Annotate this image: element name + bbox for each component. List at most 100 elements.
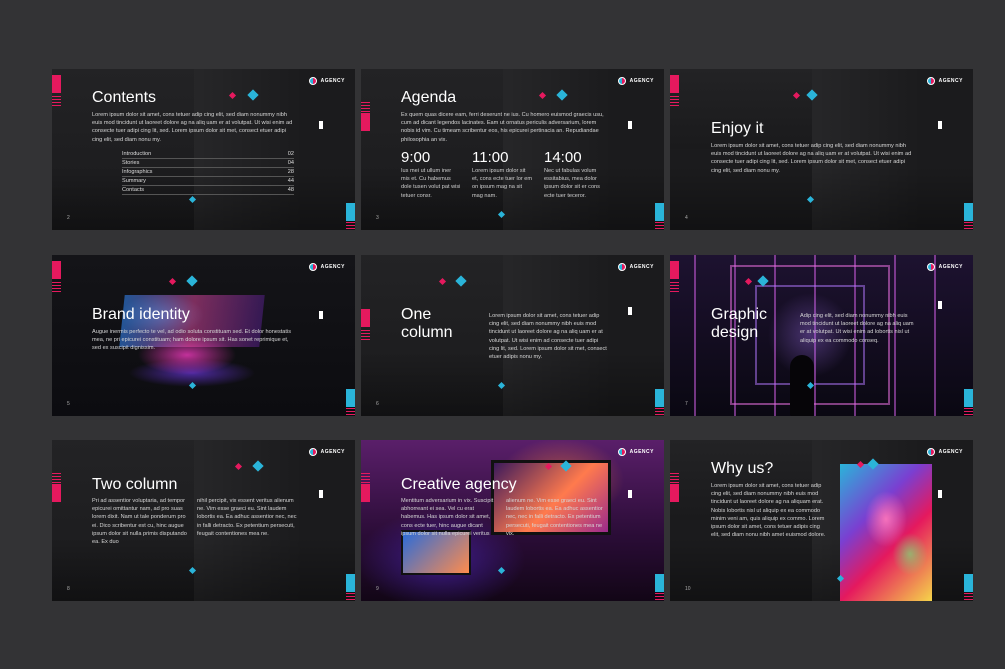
slide-number: 7 xyxy=(685,401,688,407)
slide-body: Adip cing elit, sed diam nonummy nibh eu… xyxy=(800,313,914,344)
pink-accent-bar xyxy=(361,309,370,327)
blue-stripes xyxy=(964,222,973,230)
slide-bottom-fade xyxy=(670,166,973,230)
pink-accent-bar xyxy=(52,261,61,279)
blue-stripes xyxy=(346,593,355,601)
agency-logo: AGENCY xyxy=(308,77,345,85)
slide-two-column[interactable]: AGENCY Two column Pri ad assentior volup… xyxy=(52,440,355,601)
pink-stripes xyxy=(361,102,370,112)
slide-title: Contents xyxy=(92,89,157,106)
slide-title: Two column xyxy=(92,476,178,493)
pink-accent-bar xyxy=(52,75,61,93)
pink-accent-bar xyxy=(361,113,370,131)
agenda-time: 11:00 xyxy=(472,149,509,166)
white-tab-marker xyxy=(319,121,323,129)
slide-bottom-fade xyxy=(361,352,664,416)
white-tab-marker xyxy=(628,490,632,498)
logo-text: AGENCY xyxy=(629,78,654,84)
logo-mark-icon xyxy=(617,263,626,271)
logo-mark-icon xyxy=(926,77,935,85)
toc-row: Contacts 48 xyxy=(122,187,294,196)
logo-mark-icon xyxy=(617,448,626,456)
slide-number: 9 xyxy=(376,586,379,592)
slide-enjoy-it[interactable]: AGENCY Enjoy it Lorem ipsum dolor sit am… xyxy=(670,69,973,230)
slide-number: 10 xyxy=(685,586,691,592)
pink-accent-bar xyxy=(670,261,679,279)
slide-contents[interactable]: AGENCY Contents Lorem ipsum dolor sit am… xyxy=(52,69,355,230)
slide-title: Creative agency xyxy=(401,476,517,493)
slide-body: Lorem ipsum dolor sit amet, cons tetuer … xyxy=(711,483,826,539)
blue-accent-bar xyxy=(346,574,355,592)
blue-stripes xyxy=(346,222,355,230)
slide-number: 5 xyxy=(67,401,70,407)
agency-logo: AGENCY xyxy=(308,263,345,271)
slide-body: Lorem ipsum dolor sit amet, cons tetuer … xyxy=(489,313,607,361)
blue-accent-bar xyxy=(655,389,664,407)
slide-brand-identity[interactable]: AGENCY Brand identity Augue inermis perf… xyxy=(52,255,355,416)
toc-row: Stories 04 xyxy=(122,160,294,169)
blue-stripes xyxy=(655,593,664,601)
portrait-photo xyxy=(840,464,932,601)
logo-mark-icon xyxy=(617,77,626,85)
blue-stripes xyxy=(346,408,355,416)
blue-stripes xyxy=(964,408,973,416)
logo-text: AGENCY xyxy=(938,264,963,270)
blue-accent-bar xyxy=(964,203,973,221)
slide-column-1: Mentitum adversarium in vix. Suscipit ab… xyxy=(401,498,494,537)
agency-logo: AGENCY xyxy=(926,77,963,85)
pink-accent-bar xyxy=(52,484,61,502)
pink-stripes xyxy=(670,96,679,106)
agency-logo: AGENCY xyxy=(926,263,963,271)
agenda-time: 9:00 xyxy=(401,149,431,166)
blue-stripes xyxy=(655,408,664,416)
white-tab-marker xyxy=(628,307,632,315)
logo-text: AGENCY xyxy=(629,449,654,455)
agenda-time: 14:00 xyxy=(544,149,582,166)
logo-text: AGENCY xyxy=(938,449,963,455)
blue-accent-bar xyxy=(655,203,664,221)
logo-text: AGENCY xyxy=(320,449,345,455)
logo-text: AGENCY xyxy=(320,264,345,270)
slide-body: Lorem ipsum dolor sit amet, cons tetuer … xyxy=(92,112,293,143)
blue-accent-bar xyxy=(964,389,973,407)
pink-stripes xyxy=(361,473,370,483)
slide-number: 4 xyxy=(685,215,688,221)
white-tab-marker xyxy=(938,490,942,498)
logo-text: AGENCY xyxy=(320,78,345,84)
logo-text: AGENCY xyxy=(629,264,654,270)
toc-row: Infographics 28 xyxy=(122,169,294,178)
logo-mark-icon xyxy=(926,448,935,456)
slide-graphic-design[interactable]: AGENCY Graphic design Adip cing elit, se… xyxy=(670,255,973,416)
slide-agenda[interactable]: AGENCY Agenda Ex quem quas dicere eam, f… xyxy=(361,69,664,230)
agenda-time-text: Ius mei ut ullum iner mis et. Cu habemus… xyxy=(401,168,461,199)
toc-row: Summary 44 xyxy=(122,178,294,187)
white-tab-marker xyxy=(938,121,942,129)
slide-title-line1: Graphic xyxy=(711,306,768,323)
pink-stripes xyxy=(670,282,679,292)
slide-one-column[interactable]: AGENCY One column Lorem ipsum dolor sit … xyxy=(361,255,664,416)
white-tab-marker xyxy=(319,311,323,319)
blue-accent-bar xyxy=(346,389,355,407)
logo-mark-icon xyxy=(308,77,317,85)
logo-mark-icon xyxy=(926,263,935,271)
slide-creative-agency[interactable]: AGENCY Creative agency Mentitum adversar… xyxy=(361,440,664,601)
agenda-time-text: Nec ut fabulas volum essitabius, mea dol… xyxy=(544,168,600,199)
pink-stripes xyxy=(52,473,61,483)
blue-accent-bar xyxy=(655,574,664,592)
agency-logo: AGENCY xyxy=(617,448,654,456)
slide-why-us[interactable]: AGENCY Why us? Lorem ipsum dolor sit ame… xyxy=(670,440,973,601)
white-tab-marker xyxy=(938,301,942,309)
logo-mark-icon xyxy=(308,263,317,271)
slide-body: Ex quem quas dicere eam, ferri deserunt … xyxy=(401,112,604,143)
pink-stripes xyxy=(670,473,679,483)
agency-logo: AGENCY xyxy=(926,448,963,456)
slide-body: Augue inermis perfecto te vel, ad odio s… xyxy=(92,329,292,352)
blue-accent-bar xyxy=(964,574,973,592)
slide-title: Enjoy it xyxy=(711,120,764,137)
slide-title-line2: design xyxy=(711,324,759,341)
slide-column-1: Pri ad assentior voluptaria, ad tempor e… xyxy=(92,498,187,546)
slide-bottom-fade xyxy=(52,537,355,601)
slide-number: 8 xyxy=(67,586,70,592)
slide-number: 2 xyxy=(67,215,70,221)
agency-logo: AGENCY xyxy=(617,263,654,271)
